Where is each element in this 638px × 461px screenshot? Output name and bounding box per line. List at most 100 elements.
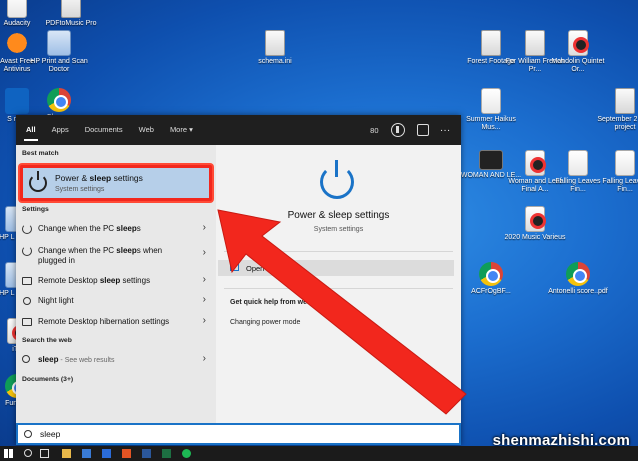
desktop-icon[interactable]: September 2 loop project (594, 88, 638, 132)
edge-icon[interactable] (82, 449, 91, 458)
desktop-icon-label: schema.ini (258, 58, 292, 65)
web-help-link[interactable]: Changing power mode (230, 319, 300, 326)
power-icon (29, 171, 47, 192)
settings-item-label: Night light (38, 296, 74, 305)
watermark: shenmazhishi.com (492, 432, 630, 449)
office-icon[interactable] (122, 449, 131, 458)
chevron-right-icon[interactable]: › (203, 315, 206, 326)
tab-web[interactable]: Web (139, 115, 154, 145)
audio-icon (615, 150, 635, 176)
chevron-right-icon[interactable]: › (203, 247, 206, 258)
music-icon (61, 0, 81, 18)
desktop-icon-label: ACFrOgBF... (471, 288, 511, 295)
settings-item[interactable]: Night light › (16, 291, 216, 311)
best-match-result[interactable]: Power & sleep settings System settings (20, 165, 212, 201)
search-icon (24, 430, 32, 438)
settings-item-label: Change when the PC sleeps when plugged i… (38, 246, 163, 265)
desktop-icon[interactable]: Summer Haikus Mus... (460, 88, 522, 132)
desktop-icon-label: PDFtoMusic Pro (45, 20, 97, 27)
monitor-icon (22, 318, 32, 326)
desktop-icon[interactable]: Antonelli score..pdf (547, 262, 609, 296)
audio-icon (481, 88, 501, 114)
rewards-points: 80 (370, 125, 379, 135)
desktop-icon[interactable]: 2020 Music Varieus (504, 206, 566, 242)
settings-item[interactable]: Remote Desktop hibernation settings › (16, 312, 216, 332)
detail-subtitle: System settings (313, 226, 364, 233)
spotify-icon[interactable] (182, 449, 191, 458)
desktop-icon[interactable]: HP Print and Scan Doctor (28, 30, 90, 74)
file-explorer-icon[interactable] (62, 449, 71, 458)
windows-start-icon[interactable] (4, 449, 13, 458)
open-button[interactable]: Open (218, 260, 454, 276)
search-box[interactable]: sleep (16, 423, 461, 445)
search-query[interactable]: sleep (40, 429, 60, 439)
best-match-subtitle: System settings (55, 186, 105, 193)
desktop-icon-label: Antonelli score..pdf (548, 288, 608, 295)
open-window-icon (230, 264, 239, 271)
detail-title: Power & sleep settings (287, 210, 390, 221)
best-match-title: Power & sleep settings (55, 173, 143, 183)
desktop-icon-label: 2020 Music Varieus (504, 234, 566, 241)
settings-item[interactable]: Change when the PC sleeps when plugged i… (16, 241, 216, 267)
divider (224, 251, 453, 252)
chrome-icon (479, 262, 503, 286)
video-icon (479, 150, 503, 170)
word-icon[interactable] (142, 449, 151, 458)
file-icon (615, 88, 635, 114)
chevron-right-icon[interactable]: › (203, 222, 206, 233)
chevron-right-icon[interactable]: › (203, 294, 206, 305)
desktop-icon[interactable]: schema.ini (244, 30, 306, 66)
excel-icon[interactable] (162, 449, 171, 458)
desktop-icon-label: Mandolin Quintet Or... (551, 58, 605, 73)
outlook-icon (5, 88, 29, 114)
music-icon (525, 150, 546, 176)
rewards-icon[interactable] (390, 123, 405, 137)
settings-heading: Settings (22, 206, 49, 213)
power-icon (22, 246, 32, 256)
desktop-icon[interactable]: ACFrOgBF... (460, 262, 522, 296)
desktop-icon[interactable]: PDFtoMusic Pro (40, 0, 102, 28)
music-icon (568, 30, 589, 56)
audio-icon (568, 150, 588, 176)
music-icon (525, 206, 546, 232)
search-icon[interactable] (24, 449, 32, 457)
web-result[interactable]: sleep - See web results › (16, 350, 216, 370)
desktop-icon-label: Falling Leaves Fin... (602, 178, 638, 193)
settings-item-label: Remote Desktop hibernation settings (38, 317, 170, 326)
desktop-icon-label: Summer Haikus Mus... (466, 116, 516, 131)
chevron-right-icon[interactable]: › (203, 274, 206, 285)
file-icon (525, 30, 545, 56)
task-view-icon[interactable] (40, 449, 49, 458)
tab-all[interactable]: All (24, 115, 38, 145)
settings-item-label: Remote Desktop sleep settings (38, 276, 151, 285)
divider (224, 288, 453, 289)
chrome-icon (47, 88, 71, 112)
file-icon (481, 30, 501, 56)
feedback-icon[interactable] (416, 124, 429, 136)
search-tabs: All Apps Documents Web More ▾ 80 ··· (16, 115, 461, 145)
desktop-icon[interactable]: Mandolin Quintet Or... (547, 30, 609, 74)
chevron-right-icon[interactable]: › (203, 353, 206, 364)
search-icon (22, 355, 30, 363)
detail-pane: Power & sleep settings System settings O… (216, 145, 461, 423)
desktop-icon-label: Audacity (3, 20, 31, 27)
power-icon (320, 160, 354, 199)
sun-icon (23, 297, 31, 305)
tab-more[interactable]: More ▾ (170, 115, 193, 145)
more-options-icon[interactable]: ··· (441, 126, 452, 135)
file-icon (265, 30, 285, 56)
settings-item-label: Change when the PC sleeps (38, 224, 141, 233)
results-list: Best match Power & sleep settings System… (16, 145, 216, 423)
settings-item[interactable]: Remote Desktop sleep settings › (16, 271, 216, 291)
search-web-heading: Search the web (22, 337, 72, 344)
desktop-icon-label: September 2 loop project (597, 116, 638, 131)
web-result-label: sleep - See web results (38, 355, 115, 364)
tab-apps[interactable]: Apps (52, 115, 69, 145)
desktop-icon[interactable]: Falling Leaves Fin... (594, 150, 638, 194)
store-icon[interactable] (102, 449, 111, 458)
hp-icon (47, 30, 71, 56)
documents-heading[interactable]: Documents (3+) (22, 376, 73, 383)
tab-documents[interactable]: Documents (85, 115, 123, 145)
tab-bar-right: 80 ··· (370, 115, 451, 145)
settings-item[interactable]: Change when the PC sleeps › (16, 219, 216, 239)
